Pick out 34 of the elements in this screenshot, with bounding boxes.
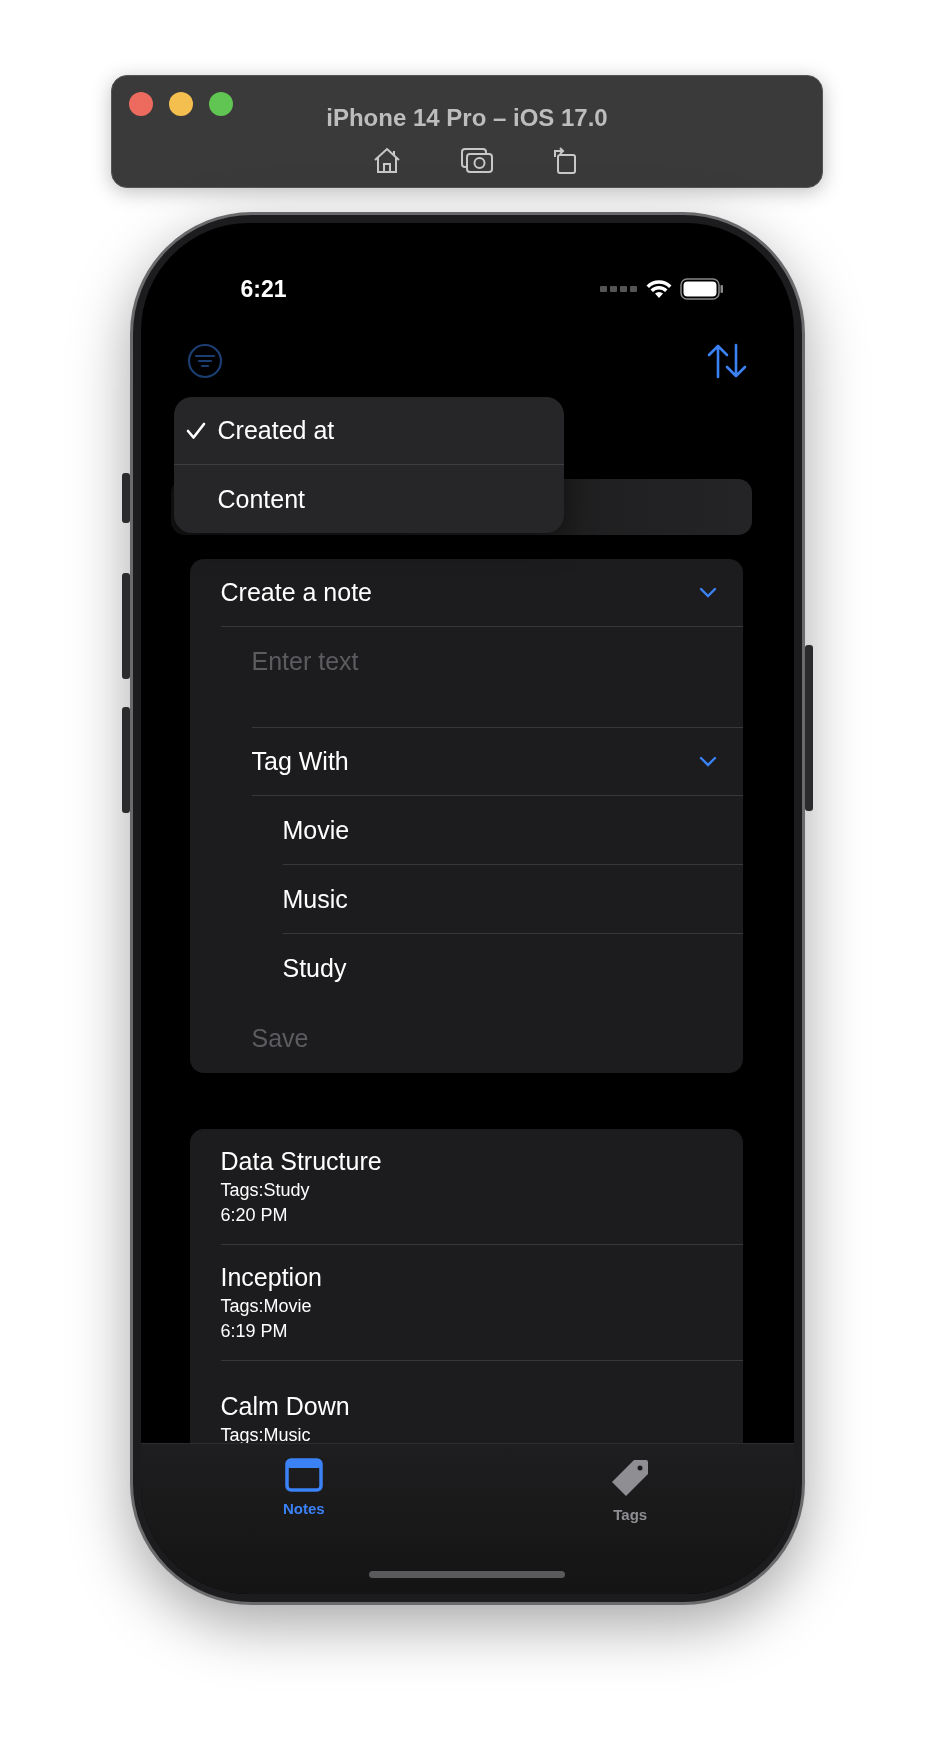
note-tags: Tags:Movie <box>220 1296 743 1317</box>
close-button[interactable] <box>129 92 153 116</box>
checkmark-icon <box>185 421 206 440</box>
signal-icon <box>599 285 638 293</box>
zoom-button[interactable] <box>209 92 233 116</box>
rotate-icon[interactable] <box>551 144 578 175</box>
note-time: 6:19 PM <box>220 1321 289 1342</box>
note-title[interactable]: Calm Down <box>220 1391 743 1421</box>
wifi-icon <box>645 279 672 299</box>
battery-icon <box>679 278 724 300</box>
tag-option[interactable]: Study <box>282 954 347 983</box>
screenshot-icon[interactable] <box>459 145 494 174</box>
section-title[interactable]: Create a note <box>220 578 372 607</box>
window-title: iPhone 14 Pro – iOS 17.0 <box>326 104 608 132</box>
menu-item[interactable]: Content <box>173 465 564 533</box>
tag-option[interactable]: Movie <box>282 815 350 845</box>
note-title[interactable]: Inception <box>220 1263 743 1292</box>
tab[interactable]: Tags <box>467 1444 794 1594</box>
minimize-button[interactable] <box>169 92 193 116</box>
status-time: 6:21 <box>240 275 287 303</box>
note-tags: Tags:Music <box>220 1424 743 1446</box>
tag-icon <box>610 1458 651 1498</box>
menu-item[interactable]: Created at <box>173 397 564 465</box>
tag-option[interactable]: Music <box>282 884 348 914</box>
tab[interactable]: Notes <box>140 1444 467 1594</box>
window-icon <box>284 1458 323 1492</box>
chevron-icon[interactable] <box>698 755 717 768</box>
note-tags: Tags:Study <box>220 1180 743 1201</box>
note-time: 6:20 PM <box>220 1205 289 1226</box>
note-title[interactable]: Data Structure <box>220 1147 743 1176</box>
chevron-icon[interactable] <box>698 586 717 599</box>
section-title[interactable]: Tag With <box>251 747 349 776</box>
sort-icon[interactable] <box>705 343 748 379</box>
note-text-field[interactable]: Enter text <box>251 627 717 695</box>
